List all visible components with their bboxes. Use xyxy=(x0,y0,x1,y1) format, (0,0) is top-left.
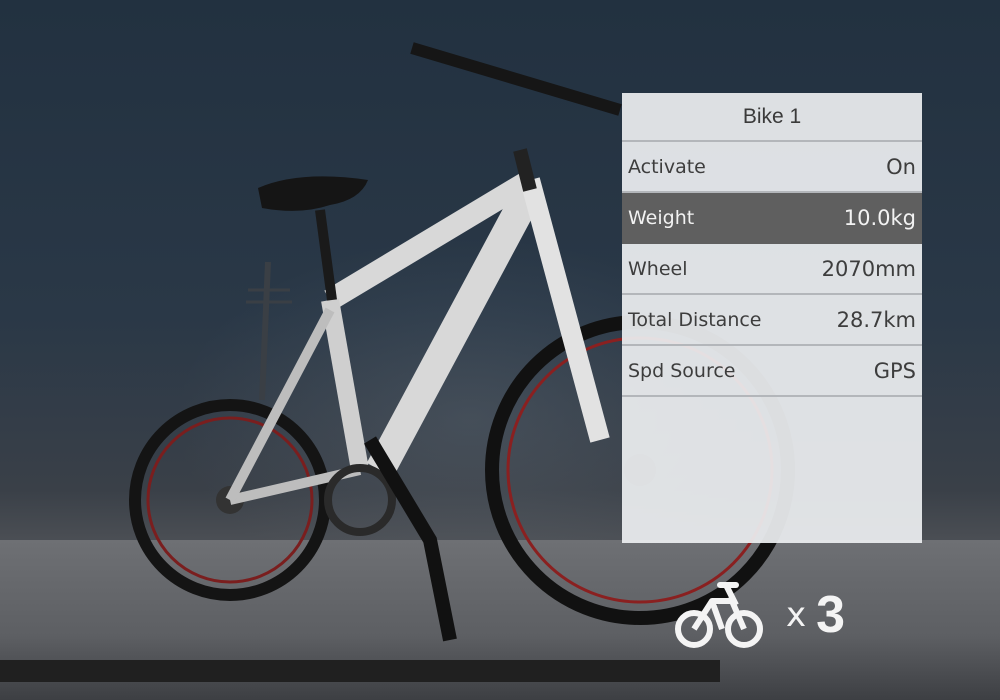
panel-title: Bike 1 xyxy=(622,93,922,142)
setting-row-total-distance[interactable]: Total Distance 28.7km xyxy=(622,295,922,346)
setting-row-activate[interactable]: Activate On xyxy=(622,142,922,193)
setting-label: Weight xyxy=(628,206,695,229)
bike-settings-panel: Bike 1 Activate On Weight 10.0kg Wheel 2… xyxy=(622,93,922,543)
setting-row-weight[interactable]: Weight 10.0kg xyxy=(622,193,922,244)
setting-row-spd-source[interactable]: Spd Source GPS xyxy=(622,346,922,397)
setting-label: Wheel xyxy=(628,257,688,280)
count-multiplier: x xyxy=(786,595,807,635)
setting-label: Activate xyxy=(628,155,706,178)
count-value: 3 xyxy=(816,586,846,644)
bicycle-icon xyxy=(675,582,763,648)
setting-value: 2070mm xyxy=(821,256,916,281)
setting-row-wheel[interactable]: Wheel 2070mm xyxy=(622,244,922,295)
setting-value: 28.7km xyxy=(836,307,916,332)
bike-count: x 3 xyxy=(672,575,845,655)
setting-label: Total Distance xyxy=(628,308,762,331)
setting-value: 10.0kg xyxy=(843,205,916,230)
setting-label: Spd Source xyxy=(628,359,736,382)
setting-value: GPS xyxy=(873,358,916,383)
setting-value: On xyxy=(886,154,916,179)
